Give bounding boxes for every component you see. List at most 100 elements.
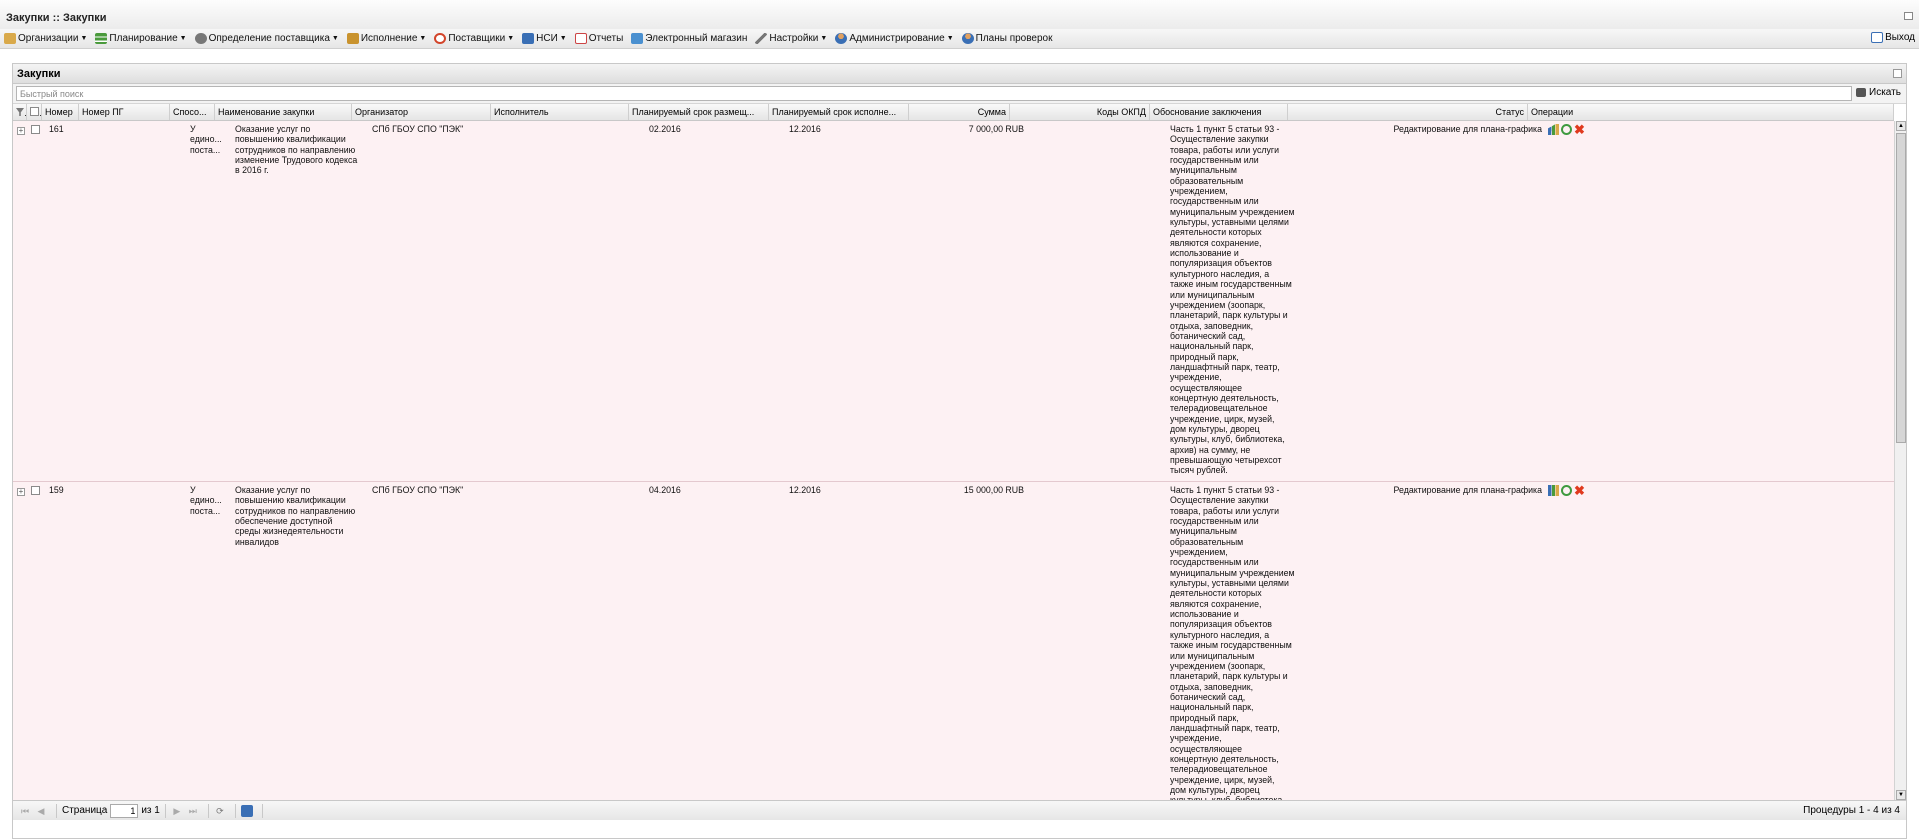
store-icon	[631, 33, 644, 44]
first-page-icon[interactable]: ⏮	[19, 805, 31, 817]
column-header-method[interactable]: Спосо...	[170, 104, 215, 120]
column-header-organizer[interactable]: Организатор	[352, 104, 491, 120]
save-icon[interactable]	[240, 804, 253, 817]
table-row[interactable]: + 161 У едино... поста... Оказание услуг…	[13, 121, 1894, 482]
column-header-sum[interactable]: Сумма	[909, 104, 1010, 120]
exit-icon	[1871, 32, 1884, 43]
menu-planning[interactable]: Планирование ▼	[95, 33, 187, 44]
menu-e-store[interactable]: Электронный магазин	[631, 33, 747, 44]
scroll-down-icon[interactable]: ▼	[1896, 790, 1906, 800]
row-checkbox[interactable]	[31, 486, 40, 495]
binoculars-icon	[1856, 88, 1866, 97]
search-bar: Искать	[13, 84, 1906, 104]
chart-icon[interactable]	[1548, 485, 1559, 496]
menu-supplier-selection[interactable]: Определение поставщика ▼	[194, 33, 339, 44]
gear-icon	[194, 33, 207, 44]
page-number-input[interactable]	[110, 803, 139, 818]
cell-method: У едино... поста...	[190, 485, 222, 516]
menu-settings[interactable]: Настройки ▼	[755, 33, 827, 44]
column-header-okpd[interactable]: Коды ОКПД	[1010, 104, 1150, 120]
list-icon	[95, 33, 108, 44]
delete-icon[interactable]: ✖	[1574, 484, 1585, 497]
panel-title: Закупки	[17, 68, 61, 80]
cell-execution-date: 12.2016	[789, 485, 821, 495]
scroll-up-icon[interactable]: ▲	[1896, 121, 1906, 131]
column-header-pg-number[interactable]: Номер ПГ	[79, 104, 170, 120]
menu-nsi[interactable]: НСИ ▼	[522, 33, 567, 44]
column-header-name[interactable]: Наименование закупки	[215, 104, 352, 120]
purchases-panel: Закупки Искать Номер Номер ПГ Спосо... Н…	[12, 63, 1907, 839]
row-checkbox[interactable]	[31, 125, 40, 134]
expand-row-icon[interactable]: +	[17, 127, 25, 135]
cell-execution-date: 12.2016	[789, 124, 821, 134]
last-page-icon[interactable]: ⏭	[187, 805, 199, 817]
prev-page-icon[interactable]: ◀	[35, 805, 47, 817]
vertical-scrollbar[interactable]: ▲ ▼	[1894, 121, 1906, 800]
menu-organizations[interactable]: Организации ▼	[4, 33, 87, 44]
folder-icon	[4, 33, 16, 44]
cell-basis: Часть 1 пункт 5 статьи 93 - Осуществлени…	[1170, 485, 1295, 800]
page-count-label: из 1	[141, 805, 160, 816]
column-header-basis[interactable]: Обоснование заключения	[1150, 104, 1288, 120]
separator	[56, 803, 57, 818]
grid-body: + 161 У едино... поста... Оказание услуг…	[13, 121, 1894, 800]
menu-reports[interactable]: Отчеты	[574, 33, 623, 44]
book-icon	[522, 33, 535, 44]
delete-icon[interactable]: ✖	[1574, 123, 1585, 136]
quick-search-input[interactable]	[16, 86, 1852, 101]
cell-name: Оказание услуг по повышению квалификации…	[235, 124, 358, 176]
refresh-icon[interactable]: ⟳	[214, 805, 226, 817]
cell-status: Редактирование для плана-графика	[1393, 485, 1542, 495]
column-header-status[interactable]: Статус	[1288, 104, 1528, 120]
cell-sum: 15 000,00 RUB	[963, 485, 1024, 495]
row-operations: ✖	[1548, 123, 1585, 136]
row-operations: ✖	[1548, 484, 1585, 497]
user-icon	[961, 33, 974, 44]
pager-info: Процедуры 1 - 4 из 4	[1803, 805, 1900, 816]
column-header-execution-date[interactable]: Планируемый срок исполне...	[769, 104, 909, 120]
report-icon	[574, 33, 587, 44]
cell-organizer: СПб ГБОУ СПО "ПЭК"	[372, 485, 464, 495]
panel-header: Закупки	[13, 64, 1906, 84]
cell-status: Редактирование для плана-графика	[1393, 124, 1542, 134]
grid-header: Номер Номер ПГ Спосо... Наименование зак…	[13, 104, 1894, 121]
separator	[261, 803, 263, 818]
maximize-icon[interactable]	[1904, 12, 1913, 20]
refresh-icon[interactable]	[1561, 124, 1572, 135]
next-page-icon[interactable]: ▶	[171, 805, 183, 817]
cell-organizer: СПб ГБОУ СПО "ПЭК"	[372, 124, 464, 134]
page-label: Страница	[62, 805, 108, 816]
clock-icon	[434, 33, 447, 44]
table-row[interactable]: + 159 У едино... поста... Оказание услуг…	[13, 482, 1894, 800]
cell-placement-date: 04.2016	[649, 485, 681, 495]
scrollbar-thumb[interactable]	[1896, 133, 1906, 443]
filter-column[interactable]	[13, 104, 27, 120]
column-header-operations[interactable]: Операции	[1528, 104, 1894, 120]
menu-execution[interactable]: Исполнение ▼	[346, 33, 426, 44]
separator	[207, 803, 209, 818]
wrench-icon	[755, 33, 768, 44]
main-menu: Организации ▼ Планирование ▼ Определение п…	[0, 29, 1919, 49]
separator	[164, 803, 166, 818]
refresh-icon[interactable]	[1561, 485, 1572, 496]
menu-suppliers[interactable]: Поставщики ▼	[434, 33, 514, 44]
select-all-column	[27, 104, 42, 120]
select-all-checkbox[interactable]	[30, 107, 39, 116]
logout-button[interactable]: Выход	[1871, 32, 1915, 43]
expand-row-icon[interactable]: +	[17, 488, 25, 496]
panel-maximize-icon[interactable]	[1893, 69, 1902, 78]
box-icon	[346, 33, 359, 44]
column-header-executor[interactable]: Исполнитель	[491, 104, 629, 120]
cell-number: 159	[49, 485, 64, 495]
user-icon	[835, 33, 848, 44]
cell-method: У едино... поста...	[190, 124, 222, 155]
cell-name: Оказание услуг по повышению квалификации…	[235, 485, 356, 547]
separator	[234, 803, 236, 818]
menu-administration[interactable]: Администрирование ▼	[835, 33, 954, 44]
menu-inspection-plans[interactable]: Планы проверок	[961, 33, 1053, 44]
search-button[interactable]: Искать	[1856, 87, 1901, 98]
column-header-number[interactable]: Номер	[42, 104, 79, 120]
chart-icon[interactable]	[1548, 124, 1559, 135]
column-header-placement-date[interactable]: Планируемый срок размещ...	[629, 104, 769, 120]
pagination-toolbar: ⏮ ◀ Страница из 1 ▶ ⏭ ⟳ Процедуры 1 - 4 …	[13, 800, 1906, 820]
